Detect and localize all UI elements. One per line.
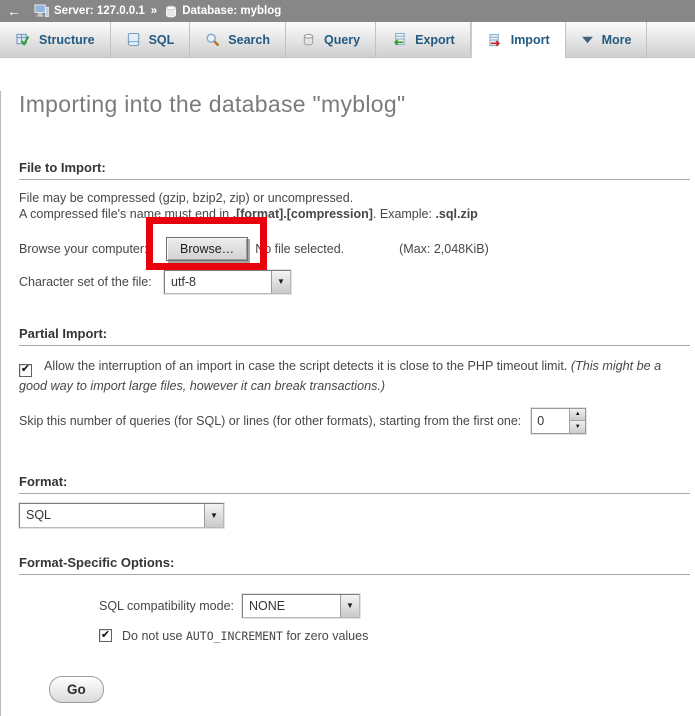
tab-label: Search <box>228 33 270 47</box>
breadcrumb-bar: ← Server: 127.0.0.1 » Database: myblog <box>0 0 695 22</box>
search-icon <box>205 32 220 47</box>
format-select[interactable]: SQL <box>19 503 224 528</box>
compression-info-line2: A compressed file's name must end in .[f… <box>19 207 690 222</box>
breadcrumb-database[interactable]: Database: myblog <box>182 5 281 17</box>
tab-label: Export <box>415 33 455 47</box>
tab-export[interactable]: Export <box>376 22 471 57</box>
allow-interrupt-checkbox[interactable] <box>19 364 32 377</box>
chevron-down-icon <box>271 271 290 293</box>
browse-label: Browse your computer: <box>19 242 166 256</box>
import-icon <box>487 33 503 48</box>
server-icon <box>34 4 49 18</box>
tab-label: SQL <box>149 33 175 47</box>
allow-interrupt-option: Allow the interruption of an import in c… <box>19 357 683 395</box>
auto-increment-code: AUTO_INCREMENT <box>186 629 283 643</box>
compression-mid: . Example: <box>373 207 436 221</box>
breadcrumb-server[interactable]: Server: 127.0.0.1 <box>54 5 145 17</box>
sql-compat-row: SQL compatibility mode: NONE <box>99 594 690 618</box>
charset-row: Character set of the file: utf-8 <box>19 269 690 294</box>
tab-query[interactable]: Query <box>286 22 376 57</box>
tab-search[interactable]: Search <box>190 22 286 57</box>
max-size-text: (Max: 2,048KiB) <box>399 242 489 256</box>
no-file-selected-text: No file selected. <box>255 242 344 256</box>
structure-icon <box>15 32 31 47</box>
query-icon <box>301 32 316 47</box>
tab-sql[interactable]: SQL <box>111 22 191 57</box>
compression-info-line1: File may be compressed (gzip, bzip2, zip… <box>19 191 690 206</box>
partial-import-heading: Partial Import: <box>19 326 690 346</box>
chevron-down-icon <box>581 35 594 45</box>
tab-label: Import <box>511 33 550 47</box>
compression-example: .sql.zip <box>435 207 477 221</box>
auto-increment-suffix: for zero values <box>283 629 368 643</box>
spinner-buttons <box>569 409 585 433</box>
page-title: Importing into the database "myblog" <box>19 91 690 118</box>
browse-row: Browse your computer: Browse… No file se… <box>19 235 690 262</box>
skip-queries-row: Skip this number of queries (for SQL) or… <box>19 408 690 434</box>
sql-compat-select[interactable]: NONE <box>242 594 360 618</box>
charset-select[interactable]: utf-8 <box>164 270 291 294</box>
sql-icon <box>126 32 141 47</box>
tab-label: Structure <box>39 33 95 47</box>
browse-button[interactable]: Browse… <box>166 237 248 261</box>
auto-increment-row: Do not use AUTO_INCREMENT for zero value… <box>99 629 690 643</box>
compression-prefix: A compressed file's name must end in <box>19 207 233 221</box>
tab-bar: Structure SQL Search Query <box>0 22 695 58</box>
export-icon <box>391 32 407 47</box>
breadcrumb-separator: » <box>151 5 157 17</box>
format-specific-options-heading: Format-Specific Options: <box>19 555 690 575</box>
spin-down-button[interactable] <box>570 421 585 433</box>
chevron-down-icon <box>204 504 223 527</box>
chevron-down-icon <box>340 595 359 617</box>
back-arrow-icon[interactable]: ← <box>7 3 21 19</box>
database-icon <box>165 5 177 18</box>
sql-compat-label: SQL compatibility mode: <box>99 599 234 613</box>
charset-select-value: utf-8 <box>165 271 271 293</box>
tab-structure[interactable]: Structure <box>0 22 111 57</box>
no-auto-increment-checkbox[interactable] <box>99 629 112 642</box>
format-heading: Format: <box>19 474 690 494</box>
skip-queries-label: Skip this number of queries (for SQL) or… <box>19 414 521 428</box>
format-select-value: SQL <box>20 504 204 527</box>
tab-label: More <box>602 33 632 47</box>
import-page: Importing into the database "myblog" Fil… <box>0 91 695 716</box>
tab-import[interactable]: Import <box>471 22 566 58</box>
tab-label: Query <box>324 33 360 47</box>
go-button[interactable]: Go <box>49 676 104 703</box>
allow-interrupt-text: Allow the interruption of an import in c… <box>44 359 571 373</box>
skip-queries-input[interactable]: 0 <box>531 408 586 434</box>
tab-more[interactable]: More <box>566 22 648 57</box>
compression-format-pattern: .[format].[compression] <box>233 207 373 221</box>
format-select-row: SQL <box>19 503 690 528</box>
spin-up-button[interactable] <box>570 409 585 422</box>
sql-compat-select-value: NONE <box>243 595 340 617</box>
skip-queries-value: 0 <box>532 409 569 433</box>
file-to-import-heading: File to Import: <box>19 160 690 180</box>
charset-label: Character set of the file: <box>19 275 164 289</box>
no-auto-increment-label: Do not use AUTO_INCREMENT for zero value… <box>122 629 368 643</box>
auto-increment-prefix: Do not use <box>122 629 186 643</box>
